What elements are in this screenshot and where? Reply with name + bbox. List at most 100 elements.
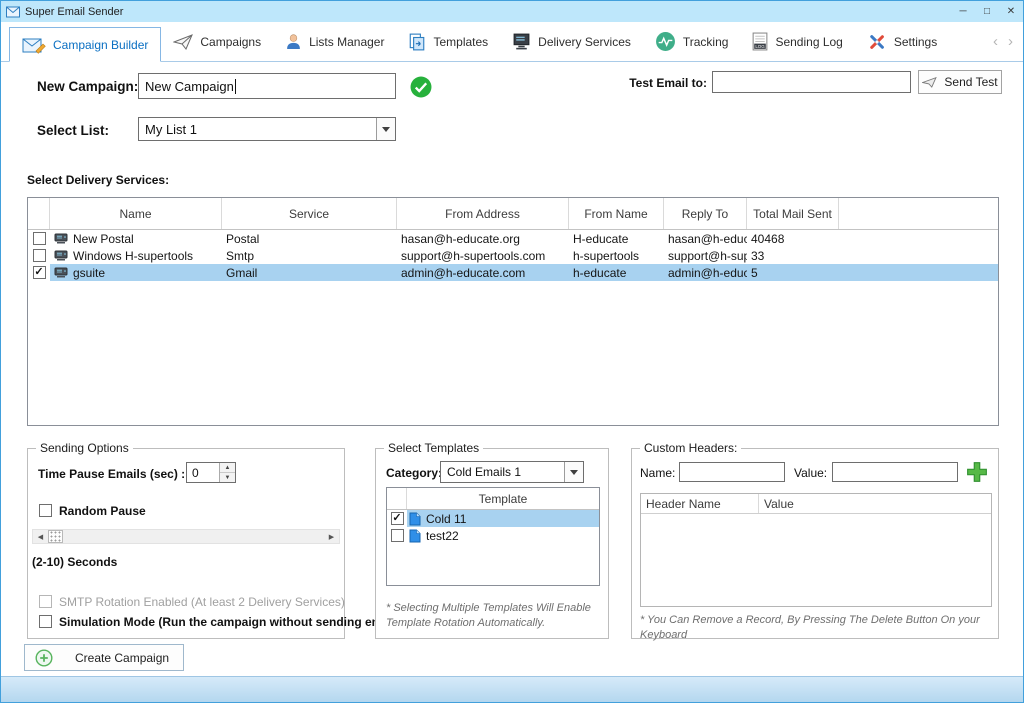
cell-total: 5 <box>747 264 839 281</box>
server-icon <box>512 33 531 50</box>
custom-headers-table: Header Name Value <box>640 493 992 607</box>
cell-total: 40468 <box>747 230 839 247</box>
select-list-label: Select List: <box>37 123 109 138</box>
mail-server-icon <box>54 267 68 279</box>
tab-scroll-right-icon[interactable]: › <box>1008 33 1013 50</box>
header-value-input[interactable] <box>832 462 958 482</box>
tab-scroll-left-icon[interactable]: ‹ <box>993 33 998 50</box>
scrollbar-track[interactable] <box>63 530 324 543</box>
dropdown-button[interactable] <box>376 118 395 140</box>
header-checkbox-column <box>387 488 407 509</box>
time-pause-label: Time Pause Emails (sec) : <box>38 467 185 481</box>
test-email-label: Test Email to: <box>623 76 707 90</box>
close-icon[interactable]: ✕ <box>999 1 1023 22</box>
simulation-mode-checkbox[interactable] <box>39 615 52 628</box>
category-dropdown[interactable]: Cold Emails 1 <box>440 461 584 483</box>
scroll-left-icon[interactable]: ◀ <box>33 530 48 543</box>
table-row[interactable]: Windows H-supertools Smtp support@h-supe… <box>28 247 998 264</box>
cell-service: Smtp <box>222 247 397 264</box>
tools-icon <box>867 32 887 52</box>
mail-server-icon <box>54 250 68 262</box>
column-header-template[interactable]: Template <box>407 488 599 509</box>
group-title: Select Templates <box>384 441 483 455</box>
cell-total: 33 <box>747 247 839 264</box>
cell-filler <box>839 264 998 281</box>
random-pause-label: Random Pause <box>59 504 146 518</box>
spin-down-icon[interactable]: ▼ <box>220 473 235 482</box>
title-bar: Super Email Sender ─ □ ✕ <box>1 1 1023 22</box>
person-icon <box>285 33 302 50</box>
documents-icon <box>408 33 426 51</box>
column-header-value[interactable]: Value <box>759 494 991 513</box>
status-bar <box>1 676 1023 702</box>
tab-label: Tracking <box>683 35 729 49</box>
column-header-header-name[interactable]: Header Name <box>641 494 759 513</box>
row-checkbox-checked[interactable] <box>33 266 46 279</box>
row-checkbox[interactable] <box>33 232 46 245</box>
tab-delivery-services[interactable]: Delivery Services <box>500 22 643 61</box>
cell-from-name: H-educate <box>569 230 664 247</box>
column-header-from-address[interactable]: From Address <box>397 198 569 229</box>
random-pause-checkbox[interactable] <box>39 504 52 517</box>
campaign-builder-icon <box>22 36 46 54</box>
scroll-right-icon[interactable]: ▶ <box>324 530 339 543</box>
text-caret <box>235 79 236 94</box>
template-file-icon <box>409 529 421 543</box>
dropdown-button[interactable] <box>564 462 583 482</box>
tab-label: Delivery Services <box>538 35 631 49</box>
spin-up-icon[interactable]: ▲ <box>220 463 235 473</box>
app-logo-icon <box>6 6 20 18</box>
cell-name: Windows H-supertools <box>73 249 193 263</box>
window-title: Super Email Sender <box>25 6 123 18</box>
column-header-name[interactable]: Name <box>50 198 222 229</box>
select-list-dropdown[interactable]: My List 1 <box>138 117 396 141</box>
cell-filler <box>839 230 998 247</box>
group-title: Sending Options <box>36 441 133 455</box>
column-header-service[interactable]: Service <box>222 198 397 229</box>
template-name: test22 <box>426 529 459 543</box>
send-test-button[interactable]: Send Test <box>918 70 1002 94</box>
tab-label: Settings <box>894 35 937 49</box>
template-row-selected[interactable]: Cold 11 <box>387 510 599 527</box>
cell-name: New Postal <box>73 232 134 246</box>
tab-sending-log[interactable]: LOG Sending Log <box>740 22 854 61</box>
smtp-rotation-label: SMTP Rotation Enabled (At least 2 Delive… <box>59 595 345 609</box>
add-circle-icon <box>35 649 53 667</box>
test-email-input[interactable] <box>712 71 911 93</box>
table-row[interactable]: New Postal Postal hasan@h-educate.org H-… <box>28 230 998 247</box>
minimize-icon[interactable]: ─ <box>951 1 975 22</box>
tab-templates[interactable]: Templates <box>396 22 500 61</box>
header-name-input[interactable] <box>679 462 785 482</box>
column-header-reply-to[interactable]: Reply To <box>664 198 747 229</box>
row-checkbox[interactable] <box>391 529 404 542</box>
column-header-from-name[interactable]: From Name <box>569 198 664 229</box>
category-label: Category: <box>386 466 442 480</box>
tab-settings[interactable]: Settings <box>855 22 949 61</box>
header-checkbox-column <box>28 198 50 229</box>
chevron-down-icon <box>570 470 578 475</box>
tab-tracking[interactable]: Tracking <box>643 22 741 61</box>
time-pause-stepper[interactable]: 0 ▲ ▼ <box>186 462 236 483</box>
row-checkbox-checked[interactable] <box>391 512 404 525</box>
valid-check-icon <box>410 76 432 103</box>
group-title: Custom Headers: <box>640 441 741 455</box>
add-header-button[interactable] <box>963 458 991 485</box>
new-campaign-input[interactable]: New Campaign <box>138 73 396 99</box>
template-row[interactable]: test22 <box>387 527 599 544</box>
category-value: Cold Emails 1 <box>441 462 564 482</box>
tab-campaigns[interactable]: Campaigns <box>161 22 273 61</box>
mail-server-icon <box>54 233 68 245</box>
custom-headers-note: * You Can Remove a Record, By Pressing T… <box>640 613 984 643</box>
tab-label: Campaign Builder <box>53 38 148 52</box>
tab-campaign-builder[interactable]: Campaign Builder <box>9 27 161 62</box>
row-checkbox[interactable] <box>33 249 46 262</box>
maximize-icon[interactable]: □ <box>975 1 999 22</box>
table-row-selected[interactable]: gsuite Gmail admin@h-educate.com h-educa… <box>28 264 998 281</box>
create-campaign-button[interactable]: Create Campaign <box>24 644 184 671</box>
tab-lists-manager[interactable]: Lists Manager <box>273 22 396 61</box>
log-document-icon: LOG <box>752 32 768 51</box>
tab-label: Lists Manager <box>309 35 384 49</box>
column-header-total-mail-sent[interactable]: Total Mail Sent <box>747 198 839 229</box>
scrollbar-thumb[interactable] <box>48 530 63 543</box>
cell-from-name: h-supertools <box>569 247 664 264</box>
